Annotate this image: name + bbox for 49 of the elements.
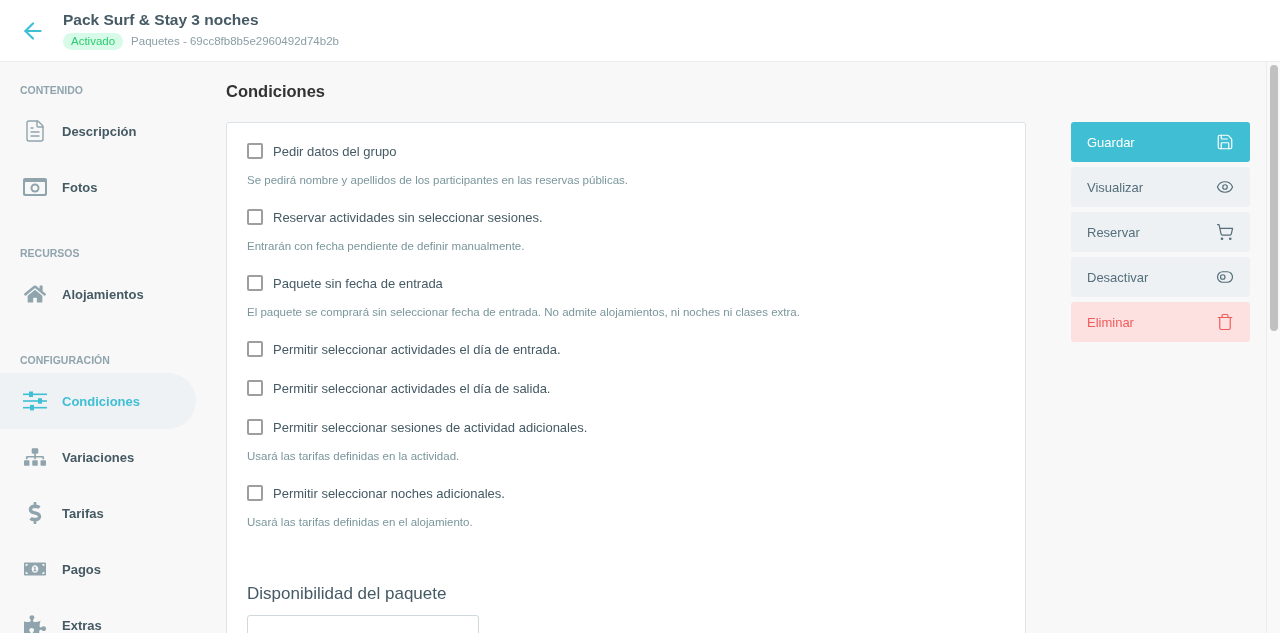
page-title: Pack Surf & Stay 3 noches — [63, 9, 260, 29]
sidebar-item[interactable]: Tarifas — [0, 485, 196, 541]
sliders-icon — [23, 391, 47, 411]
cart-icon — [1216, 223, 1234, 241]
sidebar-item[interactable]: Alojamientos — [0, 266, 196, 322]
help-text: Entrarán con fecha pendiente de definir manualmente. — [247, 239, 526, 254]
sidebar-item[interactable]: Variaciones — [0, 429, 196, 485]
checkbox-label[interactable]: Permitir seleccionar noches adicionales. — [273, 485, 505, 501]
section-heading: CONFIGURACIÓN — [19, 353, 111, 368]
book-button[interactable]: Reservar — [1071, 212, 1250, 252]
subsection-heading: Disponibilidad del paquete — [247, 583, 448, 605]
help-text: El paquete se comprará sin seleccionar fecha de entrada. No admite alojamientos, ni noches ni clases extra. — [247, 305, 801, 320]
document-icon — [23, 119, 47, 143]
breadcrumb-text: Paquetes - 69cc8fb8b5e2960492d74b2b — [131, 35, 339, 47]
deactivate-button[interactable]: Desactivar — [1071, 257, 1250, 297]
house-icon — [24, 283, 46, 305]
help-text: Usará las tarifas definidas en la actividad. — [247, 449, 461, 464]
sidebar-item[interactable]: Fotos — [0, 159, 196, 215]
checkbox[interactable] — [247, 485, 263, 501]
section-title: Condiciones — [226, 81, 326, 101]
checkbox[interactable] — [247, 209, 263, 225]
checkbox[interactable] — [247, 275, 263, 291]
checkbox[interactable] — [247, 380, 263, 396]
trash-icon — [1216, 313, 1234, 331]
section-heading: CONTENIDO — [19, 83, 84, 98]
checkbox-label[interactable]: Permitir seleccionar actividades el día de salida. — [273, 380, 551, 396]
checkbox-label[interactable]: Pedir datos del grupo — [273, 143, 397, 159]
puzzle-icon — [24, 614, 46, 633]
status-badge: Activado — [63, 32, 124, 50]
toggle-icon — [1216, 268, 1234, 286]
sidebar-item[interactable]: Pagos — [0, 541, 196, 597]
sitemap-icon — [24, 446, 46, 468]
save-icon — [1216, 133, 1234, 151]
help-text: Se pedirá nombre y apellidos de los participantes en las reservas públicas. — [247, 173, 629, 188]
checkbox-label[interactable]: Paquete sin fecha de entrada — [273, 275, 443, 291]
checkbox[interactable] — [247, 419, 263, 435]
checkbox-label[interactable]: Permitir seleccionar actividades el día de entrada. — [273, 341, 561, 357]
section-heading: RECURSOS — [19, 246, 81, 261]
eye-icon — [1216, 178, 1234, 196]
camera-icon — [23, 177, 47, 197]
checkbox[interactable] — [247, 341, 263, 357]
sidebar-item[interactable]: Extras — [0, 597, 196, 633]
scrollbar-thumb[interactable] — [1270, 65, 1278, 331]
checkbox[interactable] — [247, 143, 263, 159]
checkbox-label[interactable]: Reservar actividades sin seleccionar sesiones. — [273, 209, 543, 225]
sidebar-item[interactable]: Descripción — [0, 103, 196, 159]
view-button[interactable]: Visualizar — [1071, 167, 1250, 207]
checkbox-label[interactable]: Permitir seleccionar sesiones de actividad adicionales. — [273, 419, 588, 435]
help-text: Usará las tarifas definidas en el alojamiento. — [247, 515, 474, 530]
